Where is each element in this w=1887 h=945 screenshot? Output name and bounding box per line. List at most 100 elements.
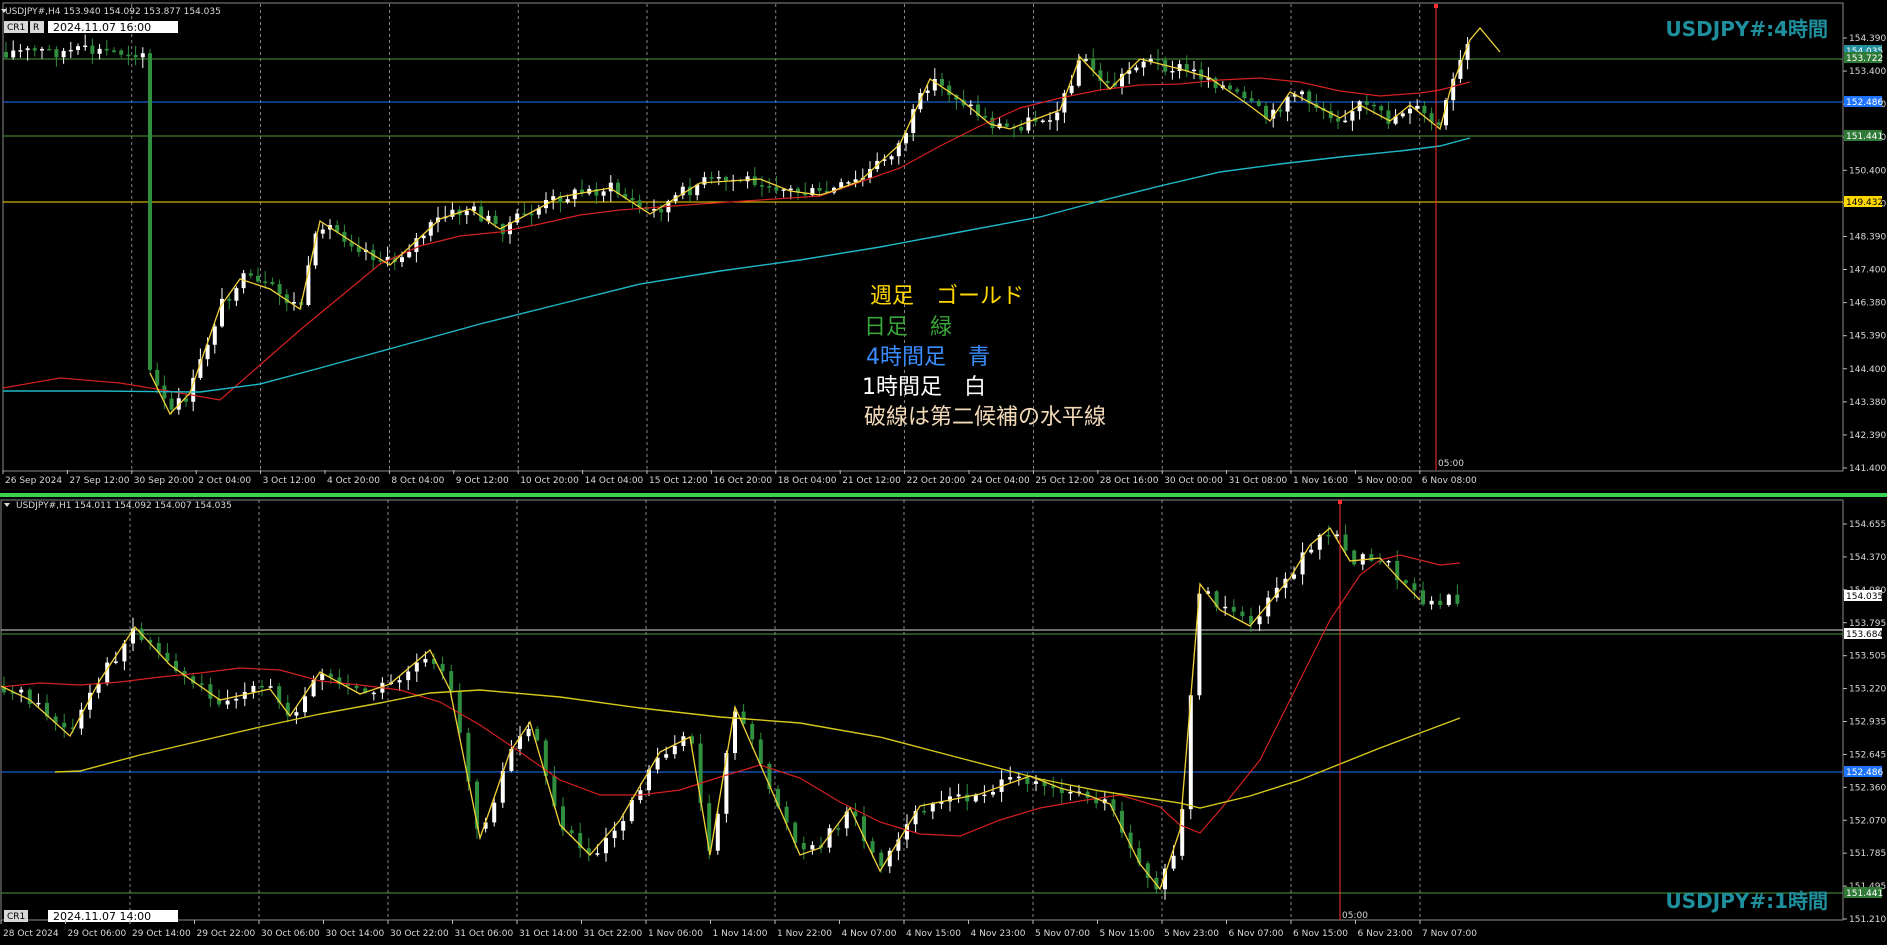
h4-candle-body [18, 50, 23, 52]
h4-candle-body [1249, 98, 1254, 101]
h1-candle-body [535, 728, 540, 741]
h4-price-tick-label: 146.380 [1849, 299, 1886, 309]
h4-candle-body [752, 176, 757, 186]
h4-candle-body [925, 90, 930, 94]
h4-candle-body [1019, 126, 1024, 131]
h4-candle-body [97, 48, 102, 54]
h1-candle-body [621, 821, 626, 831]
h4-price-tick-label: 154.390 [1849, 34, 1886, 44]
h4-candle-body [1300, 91, 1304, 95]
h4-candle-body [817, 187, 822, 191]
h1-candle-body [1446, 594, 1451, 605]
h1-candle-body [930, 803, 935, 812]
h1-time-marker-handle[interactable] [1338, 500, 1342, 504]
h4-candle-body [263, 281, 268, 283]
h4-time-tick-label: 6 Nov 08:00 [1422, 476, 1477, 486]
h1-chart-panel[interactable]: 05:00 USDJPY#,H1 154.011 154.092 154.007… [0, 497, 1887, 941]
h1-candle-body [457, 690, 462, 733]
h1-candle-body [1455, 594, 1460, 604]
h1-candle-body [724, 753, 729, 814]
h4-candle-body [1400, 113, 1405, 117]
h4-cr-badge-label: CR1 [7, 23, 25, 33]
h4-time-tick-label: 25 Oct 12:00 [1035, 476, 1094, 486]
h4-time-tick-label: 3 Oct 12:00 [263, 476, 316, 486]
h1-candle-body [1335, 534, 1339, 537]
h4-candle-body [479, 206, 484, 222]
h4-candle-body [968, 104, 973, 107]
h4-candle-body [248, 273, 253, 276]
h4-price-box-label: 149.432 [1846, 198, 1883, 208]
h4-candle-body [1156, 58, 1160, 61]
h1-candle-body [801, 842, 806, 850]
h1-candle-body [604, 838, 608, 854]
h1-time-tick-label: 4 Nov 07:00 [842, 929, 897, 939]
h4-candle-body [407, 251, 412, 258]
h4-candle-body [500, 223, 505, 235]
h4-candle-body [256, 275, 260, 282]
h1-price-tick-label: 154.655 [1849, 520, 1886, 530]
h1-candle-body [354, 685, 359, 689]
h4-chart-panel[interactable]: 05:00 USDJPY#,H4 153.940 154.092 153.877… [0, 0, 1887, 492]
h4-candle-body [1436, 122, 1441, 126]
h4-candle-body [1379, 106, 1384, 111]
h4-price-box-label: 151.441 [1846, 132, 1883, 142]
h4-time-tick-label: 18 Oct 04:00 [778, 476, 837, 486]
h1-candle-body [406, 671, 411, 681]
h4-time-tick-label: 30 Sep 20:00 [134, 476, 194, 486]
h1-price-tick-label: 153.795 [1849, 619, 1886, 629]
h4-candle-body [1004, 123, 1009, 127]
h1-time-tick-label: 7 Nov 07:00 [1422, 929, 1477, 939]
h4-crosshair-date: 2024.11.07 16:00 [53, 21, 151, 34]
h4-candle-body [709, 177, 714, 179]
h1-candle-body [1240, 611, 1245, 617]
h1-candle-body [526, 728, 531, 737]
h1-candle-body [1231, 606, 1236, 612]
h1-candle-body [1412, 583, 1417, 591]
h1-time-tick-label: 1 Nov 14:00 [713, 929, 768, 939]
h1-candle-body [922, 811, 927, 813]
h1-time-tick-label: 6 Nov 23:00 [1358, 929, 1413, 939]
h4-candle-body [25, 48, 30, 51]
h4-time-tick-label: 5 Nov 00:00 [1357, 476, 1412, 486]
h1-price-tick-label: 151.785 [1849, 849, 1886, 859]
h1-candle-body [1223, 606, 1228, 609]
h1-candle-body [1292, 574, 1296, 579]
h4-candle-body [1228, 85, 1232, 90]
h4-candle-body [846, 182, 851, 184]
h1-candle-body [1429, 600, 1434, 605]
h1-candle-body [208, 684, 213, 699]
h1-candle-body [982, 794, 987, 797]
h4-candle-body [1134, 67, 1139, 71]
charts-canvas[interactable]: 05:00 USDJPY#,H4 153.940 154.092 153.877… [0, 0, 1887, 941]
h4-price-tick-label: 145.390 [1849, 332, 1886, 342]
h4-time-tick-label: 4 Oct 20:00 [327, 476, 380, 486]
h4-price-tick-label: 148.390 [1849, 232, 1886, 242]
h4-candle-body [1386, 110, 1391, 124]
h4-candle-body [320, 229, 325, 234]
h1-time-tick-label: 1 Nov 06:00 [648, 929, 703, 939]
h4-candle-body [90, 45, 95, 54]
h1-time-tick-label: 29 Oct 22:00 [197, 929, 256, 939]
h1-price-tick-label: 152.360 [1849, 783, 1886, 793]
h4-candle-body [140, 53, 145, 58]
h1-symbol-header: USDJPY#,H1 154.011 154.092 154.007 154.0… [16, 501, 232, 511]
h4-time-tick-label: 10 Oct 20:00 [520, 476, 579, 486]
h1-time-tick-label: 4 Nov 23:00 [971, 929, 1026, 939]
h1-time-tick-label: 6 Nov 07:00 [1229, 929, 1284, 939]
h4-candle-body [1422, 105, 1427, 114]
h4-candle-body [724, 177, 728, 181]
h1-candle-body [1326, 534, 1331, 537]
h4-price-tick-label: 150.400 [1849, 166, 1886, 176]
h1-candle-body [1034, 781, 1038, 784]
trading-terminal: 05:00 USDJPY#,H4 153.940 154.092 153.877… [0, 0, 1887, 941]
h1-candle-body [1352, 550, 1357, 565]
h4-time-tick-label: 28 Oct 16:00 [1100, 476, 1159, 486]
h1-candle-body [414, 662, 419, 672]
h4-time-tick-label: 30 Oct 00:00 [1164, 476, 1223, 486]
h4-candle-body [1105, 80, 1110, 83]
h4-candle-body [277, 284, 282, 295]
h1-time-tick-label: 1 Nov 22:00 [777, 929, 832, 939]
h4-time-marker-handle[interactable] [1434, 4, 1438, 8]
panel-splitter[interactable] [0, 493, 1887, 497]
h1-time-tick-label: 31 Oct 22:00 [584, 929, 643, 939]
